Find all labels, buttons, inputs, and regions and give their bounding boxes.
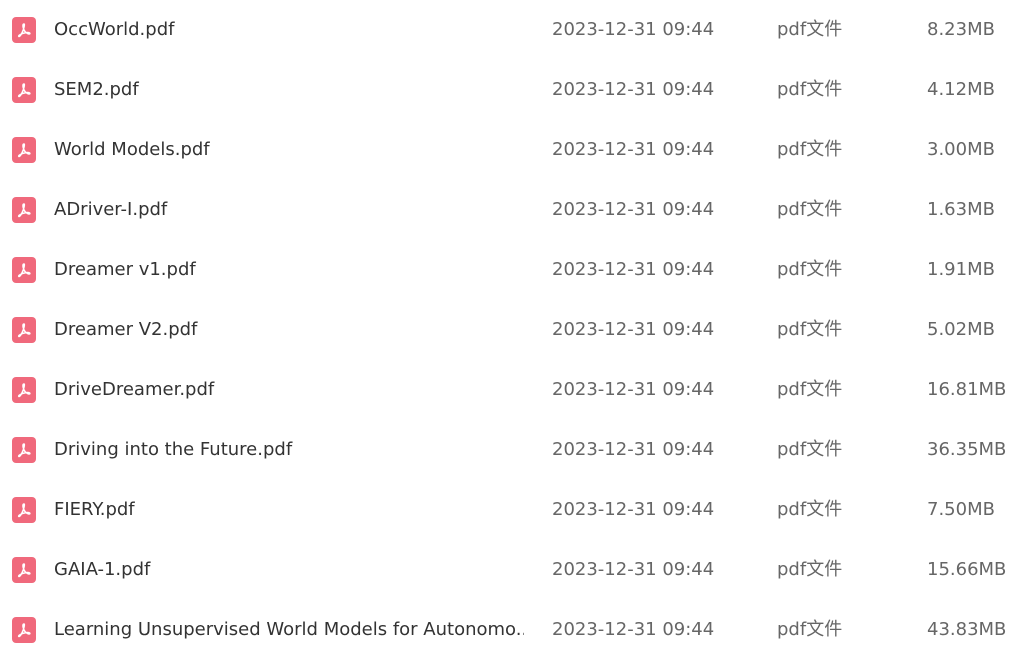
file-size: 16.81MB xyxy=(927,379,1007,400)
file-date: 2023-12-31 09:44 xyxy=(552,619,715,640)
file-type: pdf文件 xyxy=(777,79,843,100)
file-name[interactable]: ADriver-I.pdf xyxy=(54,180,524,240)
pdf-file-icon xyxy=(12,377,36,403)
file-size: 36.35MB xyxy=(927,439,1007,460)
file-date: 2023-12-31 09:44 xyxy=(552,499,715,520)
file-row[interactable]: Learning Unsupervised World Models for A… xyxy=(0,600,1033,660)
file-size: 3.00MB xyxy=(927,139,995,160)
file-row[interactable]: Dreamer V2.pdf 2023-12-31 09:44 pdf文件 5.… xyxy=(0,300,1033,360)
file-type: pdf文件 xyxy=(777,199,843,220)
file-type: pdf文件 xyxy=(777,439,843,460)
file-date: 2023-12-31 09:44 xyxy=(552,19,715,40)
file-type: pdf文件 xyxy=(777,379,843,400)
file-name[interactable]: Learning Unsupervised World Models for A… xyxy=(54,600,524,660)
file-size: 4.12MB xyxy=(927,79,995,100)
pdf-file-icon xyxy=(12,257,36,283)
file-name[interactable]: FIERY.pdf xyxy=(54,480,524,540)
file-size: 5.02MB xyxy=(927,319,995,340)
file-name[interactable]: GAIA-1.pdf xyxy=(54,540,524,600)
file-name[interactable]: DriveDreamer.pdf xyxy=(54,360,524,420)
file-date: 2023-12-31 09:44 xyxy=(552,319,715,340)
file-row[interactable]: World Models.pdf 2023-12-31 09:44 pdf文件 … xyxy=(0,120,1033,180)
file-size: 1.63MB xyxy=(927,199,995,220)
file-date: 2023-12-31 09:44 xyxy=(552,259,715,280)
file-row[interactable]: SEM2.pdf 2023-12-31 09:44 pdf文件 4.12MB xyxy=(0,60,1033,120)
file-row[interactable]: FIERY.pdf 2023-12-31 09:44 pdf文件 7.50MB xyxy=(0,480,1033,540)
file-name[interactable]: Driving into the Future.pdf xyxy=(54,420,524,480)
file-type: pdf文件 xyxy=(777,559,843,580)
file-name[interactable]: Dreamer V2.pdf xyxy=(54,300,524,360)
file-row[interactable]: DriveDreamer.pdf 2023-12-31 09:44 pdf文件 … xyxy=(0,360,1033,420)
file-row[interactable]: OccWorld.pdf 2023-12-31 09:44 pdf文件 8.23… xyxy=(0,0,1033,60)
file-type: pdf文件 xyxy=(777,19,843,40)
pdf-file-icon xyxy=(12,17,36,43)
pdf-file-icon xyxy=(12,137,36,163)
pdf-file-icon xyxy=(12,77,36,103)
pdf-file-icon xyxy=(12,497,36,523)
file-name[interactable]: SEM2.pdf xyxy=(54,60,524,120)
file-date: 2023-12-31 09:44 xyxy=(552,439,715,460)
file-date: 2023-12-31 09:44 xyxy=(552,79,715,100)
pdf-file-icon xyxy=(12,437,36,463)
file-date: 2023-12-31 09:44 xyxy=(552,199,715,220)
file-size: 43.83MB xyxy=(927,619,1007,640)
file-type: pdf文件 xyxy=(777,259,843,280)
pdf-file-icon xyxy=(12,557,36,583)
file-name[interactable]: Dreamer v1.pdf xyxy=(54,240,524,300)
pdf-file-icon xyxy=(12,617,36,643)
file-name[interactable]: OccWorld.pdf xyxy=(54,0,524,60)
file-row[interactable]: Dreamer v1.pdf 2023-12-31 09:44 pdf文件 1.… xyxy=(0,240,1033,300)
file-date: 2023-12-31 09:44 xyxy=(552,559,715,580)
file-size: 1.91MB xyxy=(927,259,995,280)
file-size: 7.50MB xyxy=(927,499,995,520)
file-row[interactable]: Driving into the Future.pdf 2023-12-31 0… xyxy=(0,420,1033,480)
file-row[interactable]: ADriver-I.pdf 2023-12-31 09:44 pdf文件 1.6… xyxy=(0,180,1033,240)
file-size: 8.23MB xyxy=(927,19,995,40)
file-name[interactable]: World Models.pdf xyxy=(54,120,524,180)
file-type: pdf文件 xyxy=(777,319,843,340)
file-date: 2023-12-31 09:44 xyxy=(552,379,715,400)
file-type: pdf文件 xyxy=(777,499,843,520)
file-type: pdf文件 xyxy=(777,139,843,160)
file-size: 15.66MB xyxy=(927,559,1007,580)
file-date: 2023-12-31 09:44 xyxy=(552,139,715,160)
pdf-file-icon xyxy=(12,197,36,223)
file-type: pdf文件 xyxy=(777,619,843,640)
file-list: OccWorld.pdf 2023-12-31 09:44 pdf文件 8.23… xyxy=(0,0,1033,655)
file-row[interactable]: GAIA-1.pdf 2023-12-31 09:44 pdf文件 15.66M… xyxy=(0,540,1033,600)
pdf-file-icon xyxy=(12,317,36,343)
